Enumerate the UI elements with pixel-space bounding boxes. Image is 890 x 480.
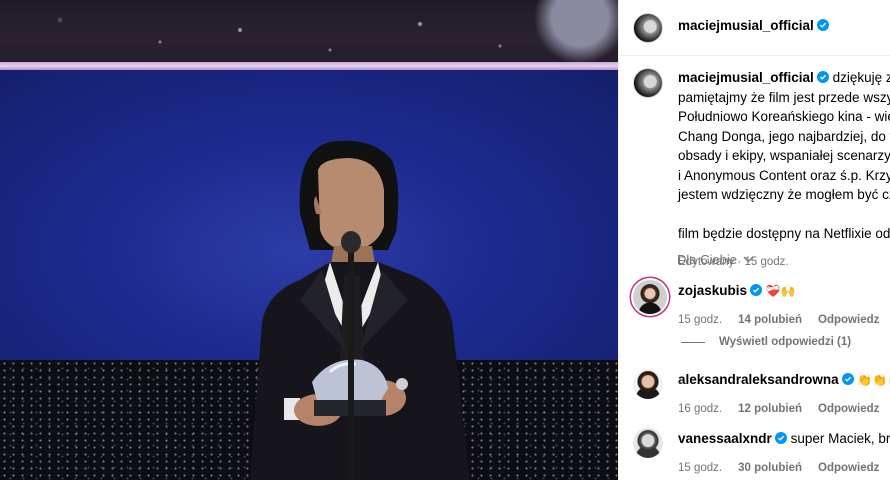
author-avatar[interactable] <box>633 13 663 43</box>
comment-text: ❤️‍🩹🙌 <box>765 284 796 298</box>
verified-badge-icon <box>750 284 763 296</box>
caption-body: maciejmusial_official dziękuję za w pami… <box>678 68 890 273</box>
caption-author-username[interactable]: maciejmusial_official <box>678 70 814 85</box>
reply-button[interactable]: Odpowiedz <box>818 314 879 326</box>
verified-badge-icon <box>816 71 829 83</box>
comment-body: aleksandraleksandrowna 👏👏👏 16 godz. 12 po… <box>678 371 890 418</box>
author-username[interactable]: maciejmusial_official <box>678 18 814 33</box>
commenter-avatar[interactable] <box>633 369 663 399</box>
comment-sort-dropdown[interactable]: Dla Ciebie <box>677 252 754 267</box>
comment-likes[interactable]: 14 polubień <box>738 314 802 326</box>
comment-meta: 16 godz. 12 polubień Odpowiedz <box>678 400 890 418</box>
verified-badge-icon <box>841 373 854 385</box>
caption-line: jestem wdzięczny że mogłem być cze <box>678 187 890 202</box>
comment-text: 👏👏👏 <box>857 373 890 387</box>
commenter-username[interactable]: vanessaalxndr <box>678 431 772 446</box>
reply-button[interactable]: Odpowiedz <box>818 462 879 474</box>
caption-author-avatar[interactable] <box>633 68 663 98</box>
caption-line: Południowo Koreańskiego kina - wiell <box>678 109 890 124</box>
caption-line: Chang Donga, jego najbardziej, do te <box>678 128 890 144</box>
comment-body: vanessaalxndr super Maciek, braw 15 godz… <box>678 430 890 477</box>
post-detail-panel: maciejmusial_official maciejmusial_offic… <box>618 0 890 480</box>
commenter-avatar[interactable] <box>633 428 663 458</box>
comment-likes[interactable]: 30 polubień <box>738 462 802 474</box>
comment-time: 15 godz. <box>678 462 723 474</box>
comment-time: 15 godz. <box>678 314 723 326</box>
view-replies-button[interactable]: Wyświetl odpowiedzi (1) <box>681 336 851 348</box>
comment-meta: 15 godz. 30 polubień Odpowiedz <box>678 459 890 477</box>
verified-badge-icon <box>774 432 787 444</box>
comment-body: zojaskubis ❤️‍🩹🙌 15 godz. 14 polubień Odpo… <box>678 282 890 329</box>
view-replies-label: Wyświetl odpowiedzi (1) <box>719 336 852 348</box>
commenter-username[interactable]: aleksandraleksandrowna <box>678 372 839 387</box>
comment-time: 16 godz. <box>678 403 723 415</box>
caption-line: pamiętajmy że film jest przede wszys <box>678 89 890 105</box>
post-header: maciejmusial_official <box>619 0 890 56</box>
chevron-down-icon <box>743 256 754 263</box>
caption-line: film będzie dostępny na Netflixie od 6 <box>678 225 890 241</box>
caption-line: maciejmusial_official dziękuję za w <box>678 68 890 88</box>
comment-text: super Maciek, braw <box>790 431 890 446</box>
sort-label: Dla Ciebie <box>677 252 737 267</box>
caption-text: dziękuję za w <box>832 70 890 85</box>
photo-man-with-award <box>250 140 470 480</box>
verified-badge-icon <box>816 19 829 31</box>
author-name-row: maciejmusial_official <box>678 17 829 33</box>
comment-likes[interactable]: 12 polubień <box>738 403 802 415</box>
caption-line: i Anonymous Content oraz ś.p. Krzys <box>678 167 890 183</box>
commenter-avatar[interactable] <box>633 280 667 314</box>
caption-line: obsady i ekipy, wspaniałej scenarzyst <box>678 148 890 163</box>
post-photo[interactable] <box>0 0 618 480</box>
reply-button[interactable]: Odpowiedz <box>818 403 879 415</box>
commenter-username[interactable]: zojaskubis <box>678 283 747 298</box>
replies-dash <box>681 341 705 343</box>
comment-meta: 15 godz. 14 polubień Odpowiedz <box>678 311 890 329</box>
